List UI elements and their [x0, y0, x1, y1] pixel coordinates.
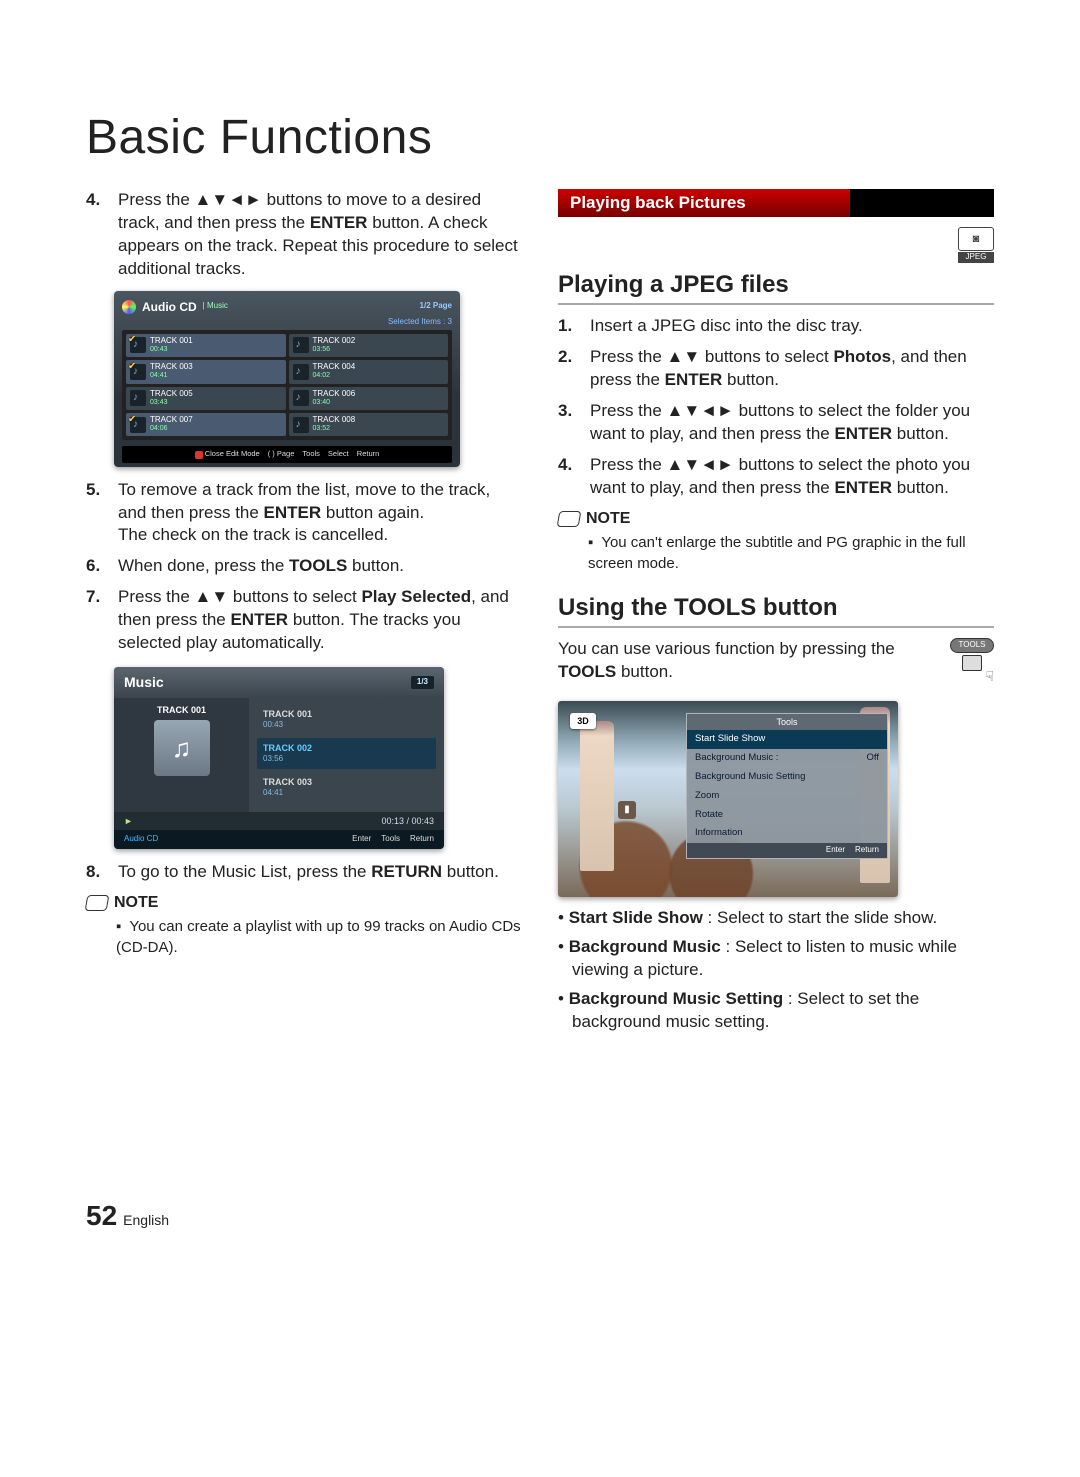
- note-item: You can't enlarge the subtitle and PG gr…: [588, 533, 994, 574]
- tools-popup: Tools Start Slide ShowBackground Music :…: [686, 713, 888, 859]
- track-cell: TRACK 00100:43: [126, 334, 286, 357]
- page-language: English: [123, 1212, 169, 1228]
- left-icon: ▮: [618, 801, 636, 819]
- arrow-icons: ▲▼◄►: [195, 190, 262, 209]
- tools-button-graphic: TOOLS ☟: [950, 638, 994, 686]
- jpeg-step-3: 3. Press the ▲▼◄► buttons to select the …: [558, 400, 994, 446]
- play-icon: ►: [124, 815, 133, 827]
- track-icon: [293, 417, 309, 433]
- track-cell: TRACK 00404:02: [289, 360, 449, 383]
- tools-menu-item: Zoom: [687, 787, 887, 806]
- track-icon: [293, 364, 309, 380]
- tools-bullet-slideshow: Start Slide Show : Select to start the s…: [558, 907, 994, 930]
- page-title: Basic Functions: [86, 110, 994, 165]
- jpeg-step-1: 1. Insert a JPEG disc into the disc tray…: [558, 315, 994, 338]
- music-note-icon: ♫: [154, 720, 210, 776]
- step-number: 4.: [86, 189, 108, 281]
- note-icon: [85, 895, 110, 911]
- jpeg-badge: ◙ JPEG: [958, 227, 994, 263]
- tools-menu-item: Start Slide Show: [687, 730, 887, 749]
- track-icon: [130, 364, 146, 380]
- step-8: 8. To go to the Music List, press the RE…: [86, 861, 522, 884]
- disc-icon: [122, 300, 136, 314]
- hand-pointer-icon: ☟: [950, 667, 994, 686]
- jpeg-step-4: 4. Press the ▲▼◄► buttons to select the …: [558, 454, 994, 500]
- shot1-footer: Close Edit Mode ( ) Page Tools Select Re…: [122, 446, 452, 462]
- note-heading: NOTE: [86, 892, 522, 914]
- shot1-title: Audio CD: [142, 299, 197, 315]
- left-column: 4. Press the ▲▼◄► buttons to move to a d…: [86, 189, 522, 1040]
- tools-menu-item: Information: [687, 824, 887, 843]
- minaret-graphic: [580, 721, 614, 871]
- step-7: 7. Press the ▲▼ buttons to select Play S…: [86, 586, 522, 655]
- shot2-page: 1/3: [411, 676, 434, 689]
- shot1-page: 1/2 Page: [420, 301, 452, 312]
- track-cell: TRACK 00803:52: [289, 413, 449, 436]
- track-icon: [293, 390, 309, 406]
- step-4: 4. Press the ▲▼◄► buttons to move to a d…: [86, 189, 522, 281]
- step-5: 5. To remove a track from the list, move…: [86, 479, 522, 548]
- image-icon: ◙: [958, 227, 994, 251]
- track-cell: TRACK 00603:40: [289, 387, 449, 410]
- audio-cd-screenshot: Audio CD | Music 1/2 Page Selected Items…: [114, 291, 460, 467]
- section-title: Playing back Pictures: [558, 189, 850, 217]
- music-player-screenshot: Music 1/3 TRACK 001 ♫ TRACK 00100:43TRAC…: [114, 667, 444, 849]
- track-icon: [130, 417, 146, 433]
- playlist-track: TRACK 00304:41: [257, 772, 436, 803]
- right-column: Playing back Pictures ◙ JPEG Playing a J…: [558, 189, 994, 1040]
- note-heading: NOTE: [558, 508, 994, 530]
- tools-bullet-bgmusic: Background Music : Select to listen to m…: [558, 936, 994, 982]
- tools-popup-title: Tools: [687, 714, 887, 730]
- track-icon: [130, 337, 146, 353]
- step-6: 6. When done, press the TOOLS button.: [86, 555, 522, 578]
- track-cell: TRACK 00304:41: [126, 360, 286, 383]
- page-number: 52: [86, 1200, 117, 1232]
- note-item: You can create a playlist with up to 99 …: [116, 917, 522, 958]
- red-button-icon: [195, 451, 203, 459]
- track-icon: [293, 337, 309, 353]
- heading-tools-button: Using the TOOLS button: [558, 592, 994, 628]
- page-footer: 52 English: [86, 1200, 994, 1232]
- 3d-badge: 3D: [570, 713, 596, 729]
- track-cell: TRACK 00203:56: [289, 334, 449, 357]
- track-cell: TRACK 00503:43: [126, 387, 286, 410]
- track-cell: TRACK 00704:06: [126, 413, 286, 436]
- note-icon: [557, 511, 582, 527]
- tools-menu-screenshot: 3D ▮ Tools Start Slide ShowBackground Mu…: [558, 701, 898, 897]
- shot1-category: | Music: [203, 301, 228, 312]
- tools-bullet-bgsetting: Background Music Setting : Select to set…: [558, 988, 994, 1034]
- playlist-track: TRACK 00100:43: [257, 704, 436, 735]
- heading-playing-jpeg: Playing a JPEG files: [558, 269, 994, 305]
- section-header: Playing back Pictures: [558, 189, 994, 217]
- tools-menu-item: Background Music :Off: [687, 749, 887, 768]
- source-label: Audio CD: [124, 834, 158, 845]
- jpeg-step-2: 2. Press the ▲▼ buttons to select Photos…: [558, 346, 994, 392]
- tools-menu-item: Rotate: [687, 806, 887, 825]
- current-track-label: TRACK 001: [114, 704, 249, 716]
- shot2-title: Music: [124, 673, 164, 692]
- selected-count: Selected Items : 3: [122, 317, 452, 328]
- playback-time: 00:13 / 00:43: [381, 815, 434, 827]
- tools-menu-item: Background Music Setting: [687, 768, 887, 787]
- playlist-track: TRACK 00203:56: [257, 738, 436, 769]
- track-icon: [130, 390, 146, 406]
